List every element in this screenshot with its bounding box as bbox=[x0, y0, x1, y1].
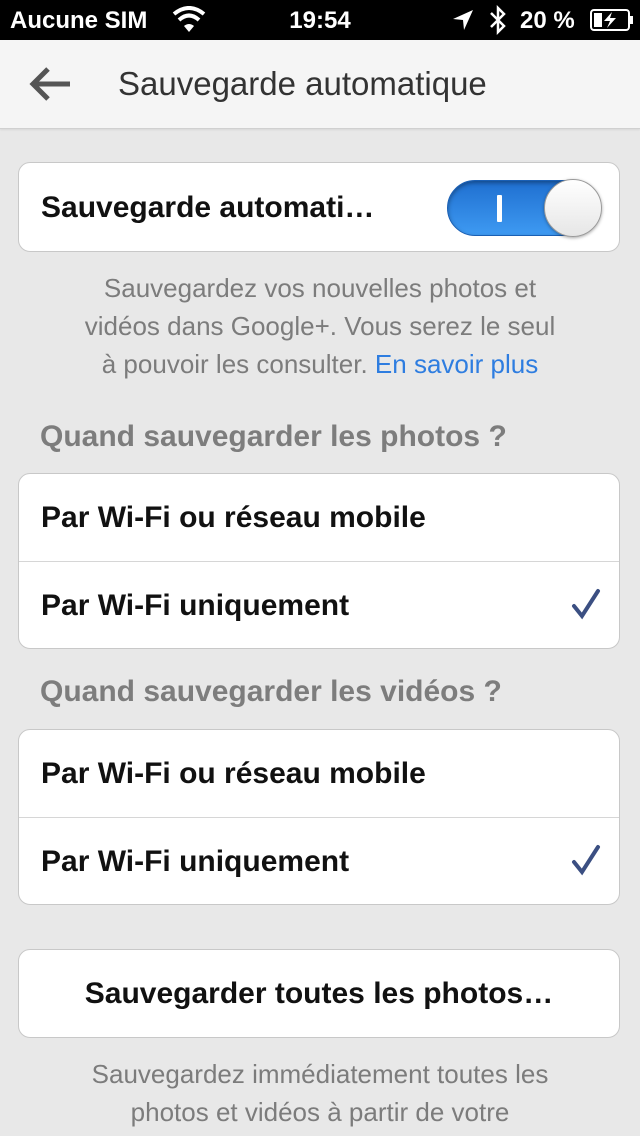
auto-backup-toggle[interactable] bbox=[447, 179, 602, 237]
backup-all-desc-line-2: photos et vidéos à partir de votre bbox=[130, 1097, 510, 1127]
auto-backup-description: Sauvegardez vos nouvelles photos et vidé… bbox=[40, 269, 600, 383]
battery-charging-icon bbox=[590, 9, 633, 31]
description-line-3: à pouvoir les consulter. En savoir plus bbox=[40, 345, 600, 383]
back-arrow-icon[interactable] bbox=[26, 62, 74, 106]
photos-section-title: Quand sauvegarder les photos ? bbox=[40, 420, 507, 453]
option-label: Par Wi-Fi uniquement bbox=[41, 845, 350, 878]
photos-option-wifi-only[interactable]: Par Wi-Fi uniquement bbox=[19, 562, 619, 649]
videos-options-card: Par Wi-Fi ou réseau mobile Par Wi-Fi uni… bbox=[18, 729, 620, 905]
location-arrow-icon bbox=[453, 10, 473, 30]
auto-backup-label: Sauvegarde automati… bbox=[41, 191, 375, 224]
checkmark-icon bbox=[572, 845, 600, 876]
videos-section-title: Quand sauvegarder les vidéos ? bbox=[40, 675, 502, 708]
photos-option-wifi-or-mobile[interactable]: Par Wi-Fi ou réseau mobile bbox=[19, 474, 619, 562]
status-bar: Aucune SIM 19:54 20 % bbox=[0, 0, 640, 40]
photos-options-card: Par Wi-Fi ou réseau mobile Par Wi-Fi uni… bbox=[18, 473, 620, 649]
description-line-2: vidéos dans Google+. Vous serez le seul bbox=[84, 311, 556, 341]
option-label: Par Wi-Fi ou réseau mobile bbox=[41, 501, 426, 534]
backup-all-description: Sauvegardez immédiatement toutes les pho… bbox=[40, 1055, 600, 1131]
battery-percentage: 20 % bbox=[520, 7, 575, 34]
learn-more-link[interactable]: En savoir plus bbox=[375, 349, 538, 379]
videos-option-wifi-only[interactable]: Par Wi-Fi uniquement bbox=[19, 818, 619, 905]
option-label: Par Wi-Fi uniquement bbox=[41, 589, 350, 622]
backup-all-label: Sauvegarder toutes les photos… bbox=[84, 977, 554, 1010]
description-line-3-text: à pouvoir les consulter. bbox=[101, 349, 368, 379]
videos-option-wifi-or-mobile[interactable]: Par Wi-Fi ou réseau mobile bbox=[19, 730, 619, 818]
backup-all-photos-button[interactable]: Sauvegarder toutes les photos… bbox=[18, 949, 620, 1038]
toggle-on-mark bbox=[497, 195, 502, 222]
option-label: Par Wi-Fi ou réseau mobile bbox=[41, 757, 426, 790]
bluetooth-icon bbox=[490, 5, 506, 35]
auto-backup-card: Sauvegarde automati… bbox=[18, 162, 620, 252]
toggle-knob bbox=[544, 179, 602, 237]
description-line-1: Sauvegardez vos nouvelles photos et bbox=[103, 273, 537, 303]
checkmark-icon bbox=[572, 589, 600, 620]
backup-all-desc-line-1: Sauvegardez immédiatement toutes les bbox=[91, 1059, 549, 1089]
nav-bar: Sauvegarde automatique bbox=[0, 40, 640, 129]
page-title: Sauvegarde automatique bbox=[118, 65, 487, 102]
